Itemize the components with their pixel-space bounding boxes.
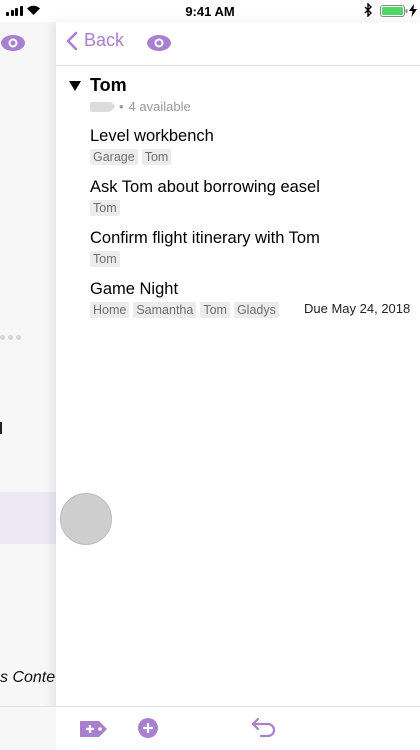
status-time: 9:41 AM — [185, 4, 235, 19]
tag-chip: Home — [90, 302, 130, 318]
add-icon[interactable] — [137, 717, 159, 739]
task-title: Ask Tom about borrowing easel — [90, 178, 320, 196]
due-date: Due May 24, 2018 — [304, 301, 411, 316]
add-tag-icon[interactable] — [78, 720, 108, 738]
task-row[interactable]: Confirm flight itinerary with Tom Tom — [90, 229, 420, 267]
eye-icon[interactable] — [0, 34, 26, 52]
nav-bar: Back — [56, 22, 420, 66]
back-button[interactable]: Back — [66, 30, 124, 51]
tag-chip: Gladys — [233, 302, 279, 318]
group-summary: • 4 available — [90, 99, 191, 114]
more-dots — [0, 335, 21, 340]
tag-chip: Tom — [90, 251, 120, 267]
tag-chip: Tom — [90, 200, 120, 216]
available-count: 4 available — [128, 99, 191, 114]
text-fragment — [0, 422, 2, 434]
task-title: Level workbench — [90, 127, 214, 145]
bluetooth-icon — [364, 3, 372, 17]
task-tags: Tom — [90, 200, 420, 216]
selected-row-highlight[interactable] — [0, 492, 56, 544]
task-row[interactable]: Level workbench Garage Tom — [90, 127, 420, 165]
tag-chip: Tom — [200, 302, 230, 318]
group-header[interactable]: Tom — [69, 75, 127, 96]
battery-icon — [380, 5, 408, 17]
tag-icon — [90, 101, 110, 112]
bottom-toolbar — [56, 706, 420, 750]
background-panel: s Conte — [0, 22, 56, 750]
task-title: Game Night — [90, 280, 179, 298]
task-title: Confirm flight itinerary with Tom — [90, 229, 320, 247]
partial-label: s Conte — [0, 669, 56, 686]
group-title: Tom — [90, 75, 127, 95]
separator-dot: • — [119, 99, 124, 114]
main-panel: Back Tom • 4 available Level workbench G… — [56, 22, 420, 750]
chevron-left-icon — [66, 31, 78, 50]
background-toolbar — [0, 706, 56, 750]
task-row[interactable]: Ask Tom about borrowing easel Tom — [90, 178, 420, 216]
touch-indicator — [60, 493, 112, 545]
disclosure-triangle-icon[interactable] — [69, 80, 81, 91]
tag-chip: Tom — [141, 149, 172, 165]
tag-chip: Garage — [90, 149, 138, 165]
task-tags: Tom — [90, 251, 420, 267]
back-label: Back — [84, 30, 125, 50]
status-bar: 9:41 AM — [0, 0, 420, 22]
charging-icon — [409, 4, 417, 17]
task-tags: Garage Tom — [90, 149, 420, 165]
tag-chip: Samantha — [133, 302, 197, 318]
eye-icon[interactable] — [146, 34, 172, 52]
undo-icon[interactable] — [250, 716, 278, 738]
